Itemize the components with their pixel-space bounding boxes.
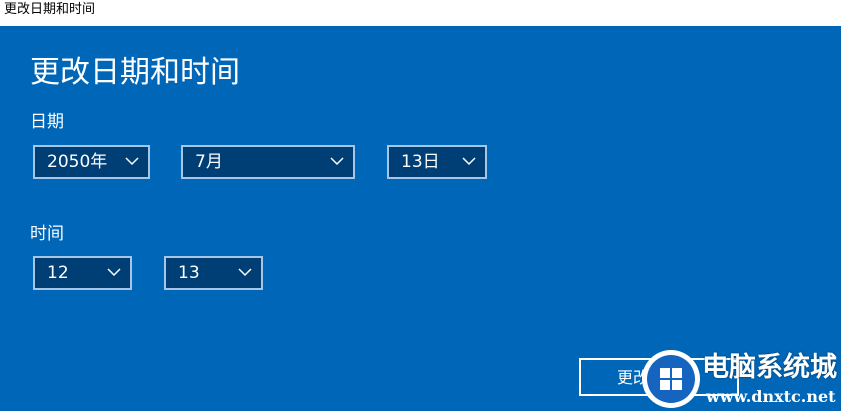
window-titlebar: 更改日期和时间 — [0, 0, 841, 26]
chevron-down-icon — [330, 157, 344, 166]
minute-select[interactable]: 13 — [164, 256, 263, 290]
year-select[interactable]: 2050年 — [33, 145, 150, 179]
site-watermark: 电脑系统城 www.dnxtc.net — [640, 348, 841, 411]
day-select[interactable]: 13日 — [387, 145, 487, 179]
watermark-name: 电脑系统城 — [702, 352, 837, 383]
watermark-url: www.dnxtc.net — [706, 387, 836, 406]
minute-select-value: 13 — [178, 263, 200, 283]
date-time-panel: 更改日期和时间 日期 2050年 7月 13日 时间 12 13 更改 电脑系统… — [0, 26, 841, 411]
chevron-down-icon — [107, 268, 121, 277]
hour-select[interactable]: 12 — [33, 256, 132, 290]
windows-logo-icon — [642, 350, 700, 408]
chevron-down-icon — [238, 268, 252, 277]
hour-select-value: 12 — [47, 263, 69, 283]
chevron-down-icon — [125, 157, 139, 166]
date-section-label: 日期 — [30, 112, 64, 132]
chevron-down-icon — [462, 157, 476, 166]
page-title: 更改日期和时间 — [30, 55, 240, 90]
month-select-value: 7月 — [195, 152, 223, 172]
day-select-value: 13日 — [401, 152, 440, 172]
year-select-value: 2050年 — [47, 152, 108, 172]
time-section-label: 时间 — [30, 224, 64, 244]
window-title: 更改日期和时间 — [4, 2, 96, 17]
month-select[interactable]: 7月 — [181, 145, 355, 179]
